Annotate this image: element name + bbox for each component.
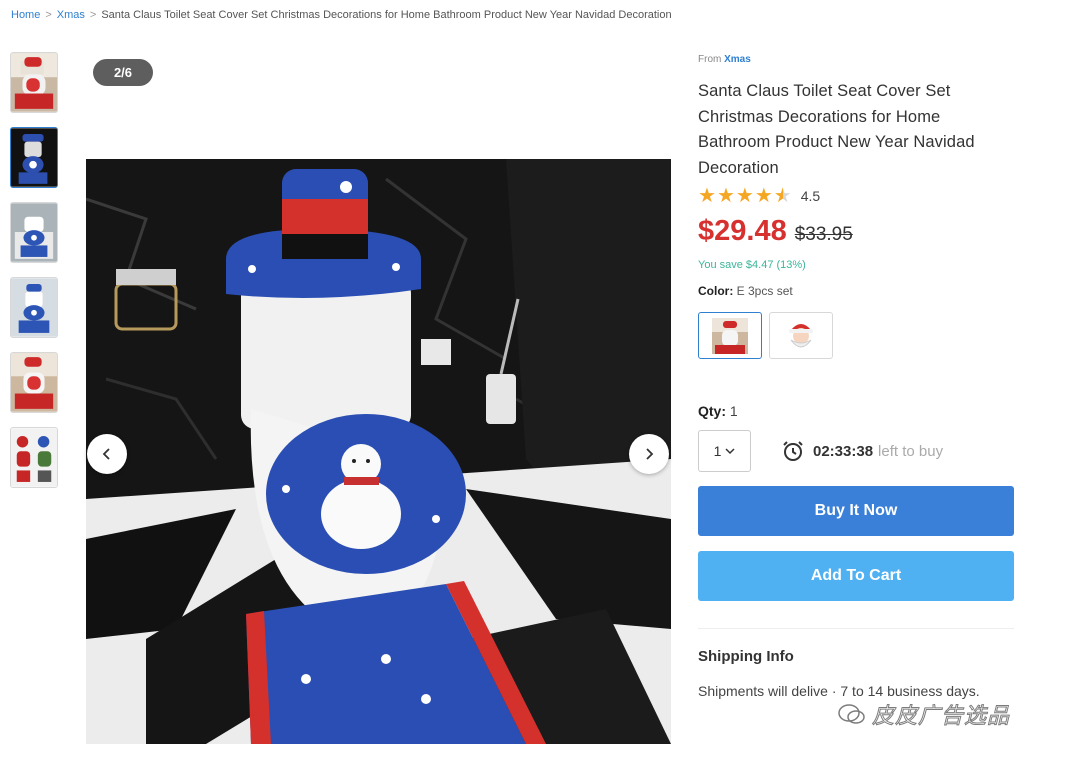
qty-value: 1 bbox=[729, 403, 738, 419]
star-icon: ★ bbox=[735, 185, 754, 207]
star-icon: ★ bbox=[698, 185, 716, 207]
qty-label: Qty: bbox=[698, 403, 726, 419]
quantity-select[interactable]: 1 bbox=[698, 430, 751, 472]
quantity-label-row: Qty: 1 bbox=[698, 403, 1016, 419]
thumbnail-2[interactable] bbox=[10, 127, 58, 188]
chevron-right-icon bbox=[646, 448, 654, 460]
breadcrumb: Home > Xmas > Santa Claus Toilet Seat Cover … bbox=[11, 9, 672, 21]
store-link[interactable]: Xmas bbox=[724, 54, 751, 65]
breadcrumb-home-link[interactable]: Home bbox=[11, 9, 40, 21]
image-counter: 2/6 bbox=[93, 59, 153, 86]
rating: ★ ★ ★ ★ ★ 4.5 bbox=[698, 185, 1016, 207]
next-image-button[interactable] bbox=[629, 434, 669, 474]
store-line: From Xmas bbox=[698, 54, 1016, 65]
breadcrumb-category-link[interactable]: Xmas bbox=[57, 9, 85, 21]
shipping-info-title: Shipping Info bbox=[698, 648, 794, 665]
original-price: $33.95 bbox=[794, 224, 853, 245]
chevron-down-icon bbox=[725, 448, 735, 455]
thumbnail-6[interactable] bbox=[10, 427, 58, 488]
color-swatch-e[interactable] bbox=[698, 312, 762, 359]
thumbnail-4[interactable] bbox=[10, 277, 58, 338]
from-label: From bbox=[698, 54, 722, 65]
product-title: Santa Claus Toilet Seat Cover Set Christ… bbox=[698, 82, 975, 177]
savings-text: You save $4.47 (13%) bbox=[698, 259, 806, 271]
half-star-icon: ★ bbox=[773, 185, 792, 207]
star-icon: ★ bbox=[754, 185, 773, 207]
price-block: $29.48 $33.95 bbox=[698, 215, 1016, 248]
color-label: Color: bbox=[698, 284, 734, 298]
breadcrumb-current: Santa Claus Toilet Seat Cover Set Christ… bbox=[101, 9, 672, 21]
color-swatch-santa[interactable] bbox=[769, 312, 833, 359]
thumbnail-3[interactable] bbox=[10, 202, 58, 263]
breadcrumb-separator: > bbox=[89, 9, 97, 21]
star-icon: ★ bbox=[716, 185, 735, 207]
breadcrumb-separator: > bbox=[45, 9, 52, 21]
quantity-select-value: 1 bbox=[713, 443, 722, 459]
prev-image-button[interactable] bbox=[87, 434, 127, 474]
product-info: From Xmas Santa Claus Toilet Seat Cover … bbox=[698, 52, 1016, 702]
countdown-timer: 02:33:38 left to buy bbox=[781, 439, 943, 463]
wechat-icon bbox=[838, 704, 865, 724]
color-selection: Color: E 3pcs set bbox=[698, 284, 1016, 298]
thumbnail-5[interactable] bbox=[10, 352, 58, 413]
thumbnail-list bbox=[10, 52, 60, 502]
thumbnail-1[interactable] bbox=[10, 52, 58, 113]
quantity-row: 1 02:33:38 left to buy bbox=[698, 430, 1016, 472]
timer-text: left to buy bbox=[878, 442, 944, 460]
current-price: $29.48 bbox=[698, 215, 787, 247]
add-to-cart-button[interactable]: Add To Cart bbox=[698, 551, 1014, 601]
alarm-clock-icon bbox=[783, 441, 803, 461]
divider bbox=[698, 628, 1014, 629]
buy-it-now-button[interactable]: Buy It Now bbox=[698, 486, 1014, 536]
timer-time: 02:33:38 bbox=[813, 442, 874, 460]
main-product-image[interactable] bbox=[86, 159, 671, 744]
watermark: 皮皮广告选品 bbox=[838, 698, 1010, 730]
color-value: E 3pcs set bbox=[736, 284, 793, 298]
watermark-text: 皮皮广告选品 bbox=[871, 703, 1011, 729]
rating-value: 4.5 bbox=[800, 188, 821, 204]
chevron-left-icon bbox=[102, 448, 110, 460]
color-swatches bbox=[698, 312, 1016, 359]
